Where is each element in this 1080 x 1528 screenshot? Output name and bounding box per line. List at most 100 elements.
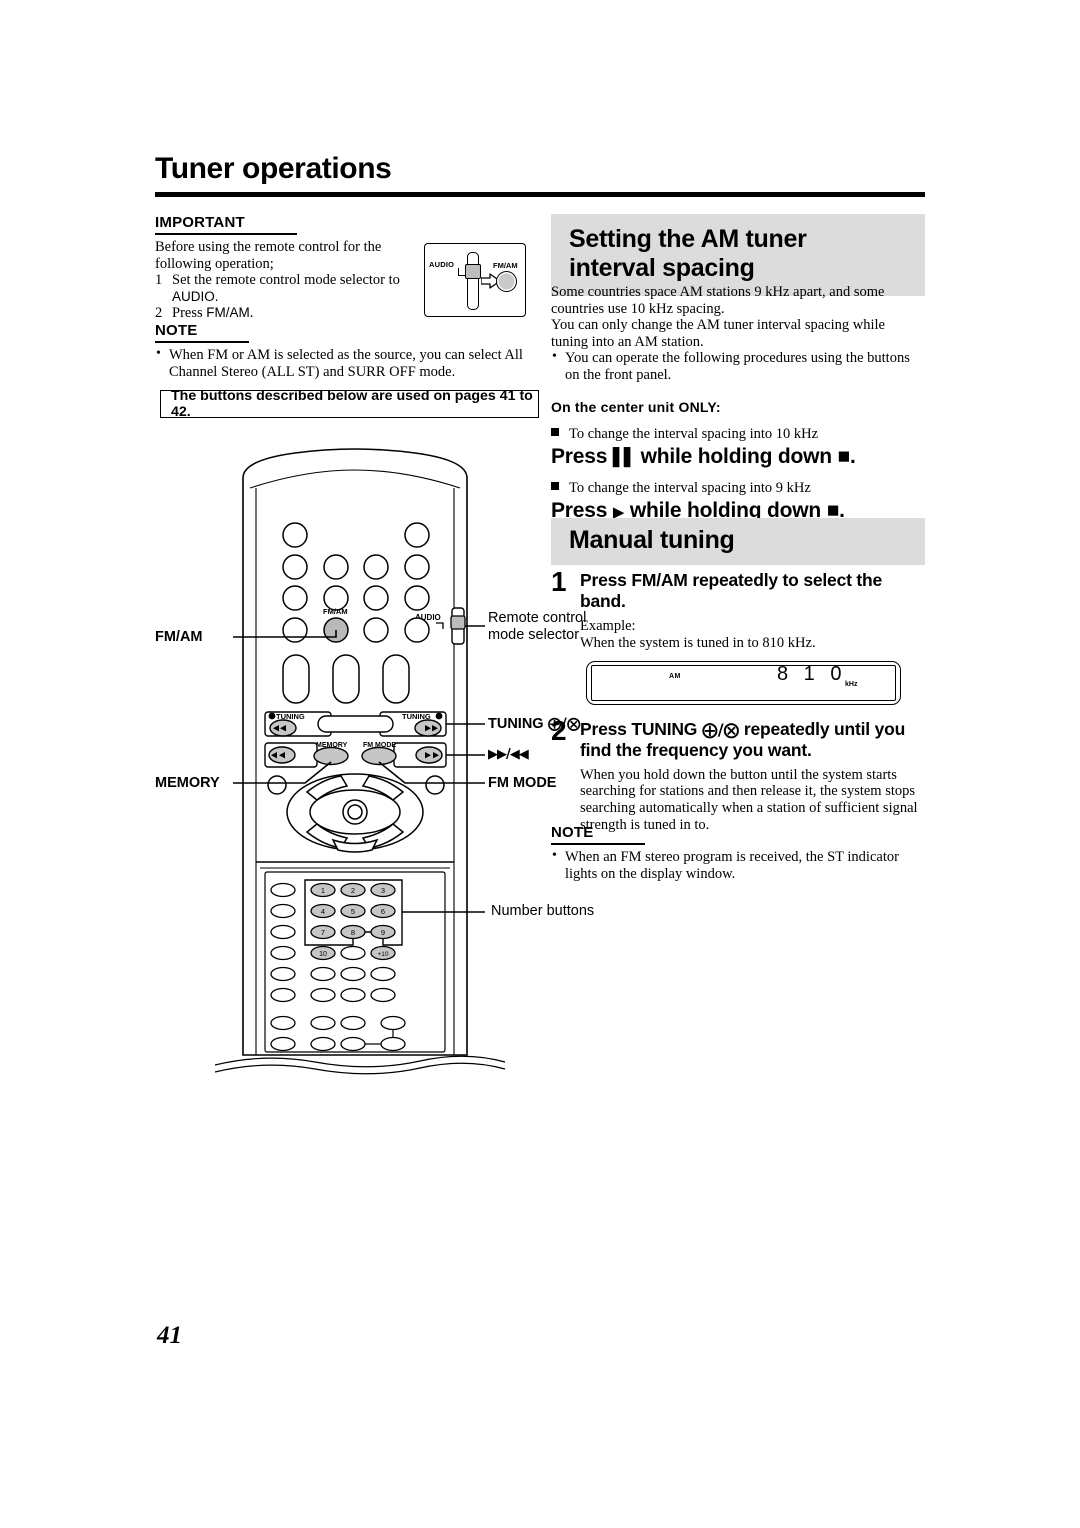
remote-panel-divider	[256, 861, 454, 869]
remote-fm-am-button	[323, 617, 349, 643]
am-sub-1-mid: while holding down	[640, 444, 832, 468]
remote-fastfwd-glyphs	[271, 752, 439, 759]
inset-audio-label: AUDIO	[429, 260, 455, 269]
note-right-block: NOTE • When an FM stereo program is rece…	[551, 824, 929, 882]
note-right-heading: NOTE	[551, 824, 929, 845]
svg-text:2: 2	[351, 886, 355, 895]
svg-text:6: 6	[381, 907, 385, 916]
am-sub-1-instruction: Press ▌▌ while holding down ■.	[551, 445, 925, 469]
important-heading: IMPORTANT	[155, 214, 410, 235]
remote-control-figure: AUDIO FM/AM TUNING TUNING MEMORY FM MODE…	[155, 440, 594, 1090]
remote-navigation-wheel	[286, 773, 424, 853]
note-left-block: NOTE • When FM or AM is selected as the …	[155, 322, 555, 380]
remote-fmmode-button	[361, 746, 397, 766]
buttons-used-box: The buttons described below are used on …	[160, 388, 539, 420]
callout-tuning-text: TUNING	[488, 716, 544, 732]
manual-step-1-body: Example: When the system is tuned in to …	[580, 618, 925, 705]
important-step-1-number: 1	[155, 272, 163, 289]
callout-skip: ▶▶/◀◀	[488, 746, 529, 762]
am-sub-1-pre: Press	[551, 444, 608, 468]
manual-heading-text: Manual tuning	[569, 526, 735, 554]
callout-memory: MEMORY	[155, 775, 220, 791]
svg-text:4: 4	[321, 907, 325, 916]
note-right-bullet-text: When an FM stereo program is received, t…	[565, 849, 899, 882]
am-section-body: Some countries space AM stations 9 kHz a…	[551, 284, 925, 523]
manual-step-1-example-text: When the system is tuned in to 810 kHz.	[580, 634, 816, 651]
remote-extra-key-rows	[270, 966, 406, 1052]
remote-memory-button	[313, 746, 349, 766]
callout-tuning: TUNING ⨁/⨂	[488, 716, 581, 732]
important-body: Before using the remote control for the …	[155, 239, 410, 322]
manual-step-1-title: Press FM/AM repeatedly to select the ban…	[580, 570, 883, 611]
tuning-plus-minus-icon: ⨁/⨂	[701, 719, 740, 739]
remote-memory-fmmode-row	[264, 742, 447, 768]
remote-tuning-left-caption: TUNING	[276, 712, 305, 721]
title-rule	[155, 192, 925, 197]
manual-page: Tuner operations IMPORTANT Before using …	[0, 0, 1080, 1528]
important-step-2-number: 2	[155, 305, 163, 322]
callout-number-buttons: Number buttons	[491, 903, 595, 919]
square-bullet-icon	[551, 427, 559, 436]
am-para-1: Some countries space AM stations 9 kHz a…	[551, 284, 885, 317]
remote-memory-caption: MEMORY	[316, 742, 348, 749]
important-step-2: 2 Press FM/AM.	[155, 305, 410, 322]
am-sub-1-caption: To change the interval spacing into 10 k…	[569, 425, 819, 442]
remote-control-drawing: AUDIO FM/AM TUNING TUNING MEMORY FM MODE…	[214, 448, 506, 1075]
important-intro-line1: Before using the remote control for the	[155, 239, 382, 255]
important-step-2-text: Press FM/AM.	[172, 305, 254, 322]
manual-tuning-heading: Manual tuning	[551, 518, 925, 575]
display-band-indicator: AM	[669, 672, 681, 680]
callout-mode-selector-line2: mode selector	[488, 627, 580, 643]
am-sub-2-caption: To change the interval spacing into 9 kH…	[569, 479, 811, 496]
buttons-used-text: The buttons described below are used on …	[171, 388, 533, 420]
important-steps: 1 Set the remote control mode selector t…	[155, 272, 410, 322]
page-number: 41	[157, 1322, 182, 1349]
bullet-icon: •	[552, 349, 557, 365]
display-frequency-unit: kHz	[845, 680, 858, 688]
remote-tuning-right-caption: TUNING	[402, 712, 431, 721]
important-step-1: 1 Set the remote control mode selector t…	[155, 272, 410, 305]
am-sub-1-end: ■.	[837, 444, 856, 468]
manual-step-2-title: Press TUNING ⨁/⨂ repeatedly until you fi…	[580, 719, 925, 761]
center-unit-only-label: On the center unit ONLY:	[551, 398, 721, 415]
tuning-plus-minus-icon: ⨁/⨂	[547, 716, 581, 732]
manual-tuning-body: 1 Press FM/AM repeatedly to select the b…	[551, 566, 925, 840]
svg-text:5: 5	[351, 907, 355, 916]
am-sub-2: To change the interval spacing into 9 kH…	[551, 480, 925, 497]
remote-top-buttons	[282, 522, 430, 643]
note-left-bullet: • When FM or AM is selected as the sourc…	[155, 346, 555, 380]
inset-slider-track	[467, 252, 479, 310]
display-frequency: 8 1 0	[777, 662, 847, 685]
manual-step-2: 2 Press TUNING ⨁/⨂ repeatedly until you …	[551, 715, 925, 834]
remote-number-keys: 1 2 3 4 5 6 7 8 9 10 +10	[310, 882, 396, 961]
note-right-bullet: • When an FM stereo program is received,…	[551, 848, 929, 882]
svg-text:10: 10	[319, 951, 327, 958]
am-heading-line2: interval spacing	[569, 254, 755, 282]
page-title: Tuner operations	[155, 152, 392, 185]
am-para-2: You can only change the AM tuner interva…	[551, 317, 885, 350]
callout-fm-am: FM/AM	[155, 629, 203, 645]
am-heading-line1: Setting the AM tuner	[569, 225, 807, 253]
am-sub-1: To change the interval spacing into 10 k…	[551, 426, 925, 443]
am-bullet-1-text: You can operate the following procedures…	[565, 350, 910, 383]
remote-torn-edge	[214, 1055, 506, 1075]
inset-fmam-label: FM/AM	[493, 261, 518, 270]
inset-fmam-button-icon	[496, 271, 517, 292]
important-intro-line2: following operation;	[155, 255, 274, 272]
manual-step-2-title-pre: Press TUNING	[580, 718, 698, 739]
manual-step-1: 1 Press FM/AM repeatedly to select the b…	[551, 566, 925, 705]
callout-fm-mode: FM MODE	[488, 775, 557, 791]
svg-text:9: 9	[381, 928, 385, 937]
note-left-bullet-text: When FM or AM is selected as the source,…	[169, 347, 523, 380]
svg-text:8: 8	[351, 928, 355, 937]
important-step-1-text: Set the remote control mode selector to	[172, 272, 400, 289]
remote-fm-am-caption: FM/AM	[323, 607, 348, 616]
svg-text:3: 3	[381, 886, 385, 895]
remote-fmmode-caption: FM MODE	[363, 742, 396, 749]
inset-slider-knob	[465, 264, 481, 279]
manual-step-1-example-label: Example:	[580, 618, 636, 634]
svg-text:1: 1	[321, 886, 325, 895]
skip-forward-back-icon: ▶▶/◀◀	[488, 747, 529, 762]
important-block: IMPORTANT Before using the remote contro…	[155, 214, 410, 322]
svg-text:+10: +10	[377, 951, 388, 958]
